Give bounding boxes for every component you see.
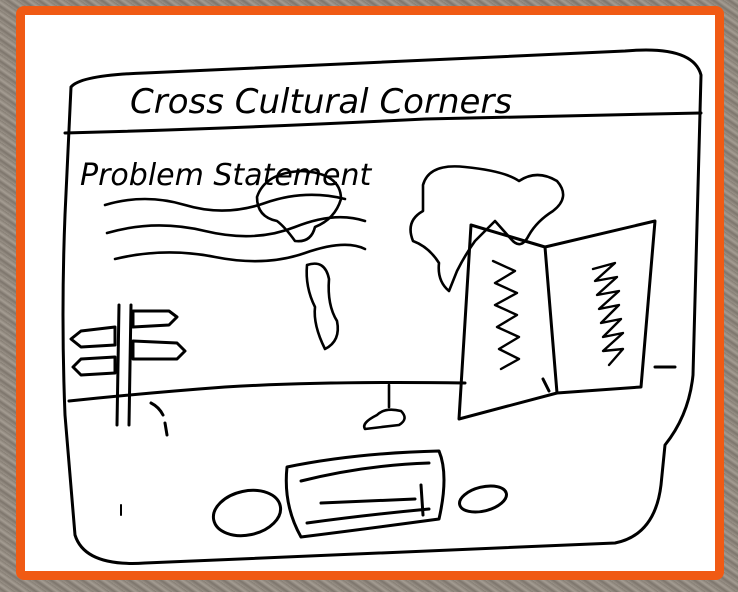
- open-brochure-icon: [457, 219, 657, 421]
- scribble-text-lines: [103, 193, 367, 263]
- world-map-doodle: [255, 165, 565, 351]
- highlight-frame: Cross Cultural Corners Problem Statement: [16, 6, 724, 580]
- app-title: Cross Cultural Corners: [130, 82, 512, 122]
- bottom-controls: [211, 449, 508, 539]
- signpost-icon: [69, 303, 187, 437]
- pedestal-doodle: [362, 383, 406, 431]
- wireframe-sketch: Cross Cultural Corners Problem Statement: [61, 48, 703, 565]
- problem-statement-heading: Problem Statement: [80, 158, 372, 193]
- photo-backdrop: Cross Cultural Corners Problem Statement: [0, 0, 738, 592]
